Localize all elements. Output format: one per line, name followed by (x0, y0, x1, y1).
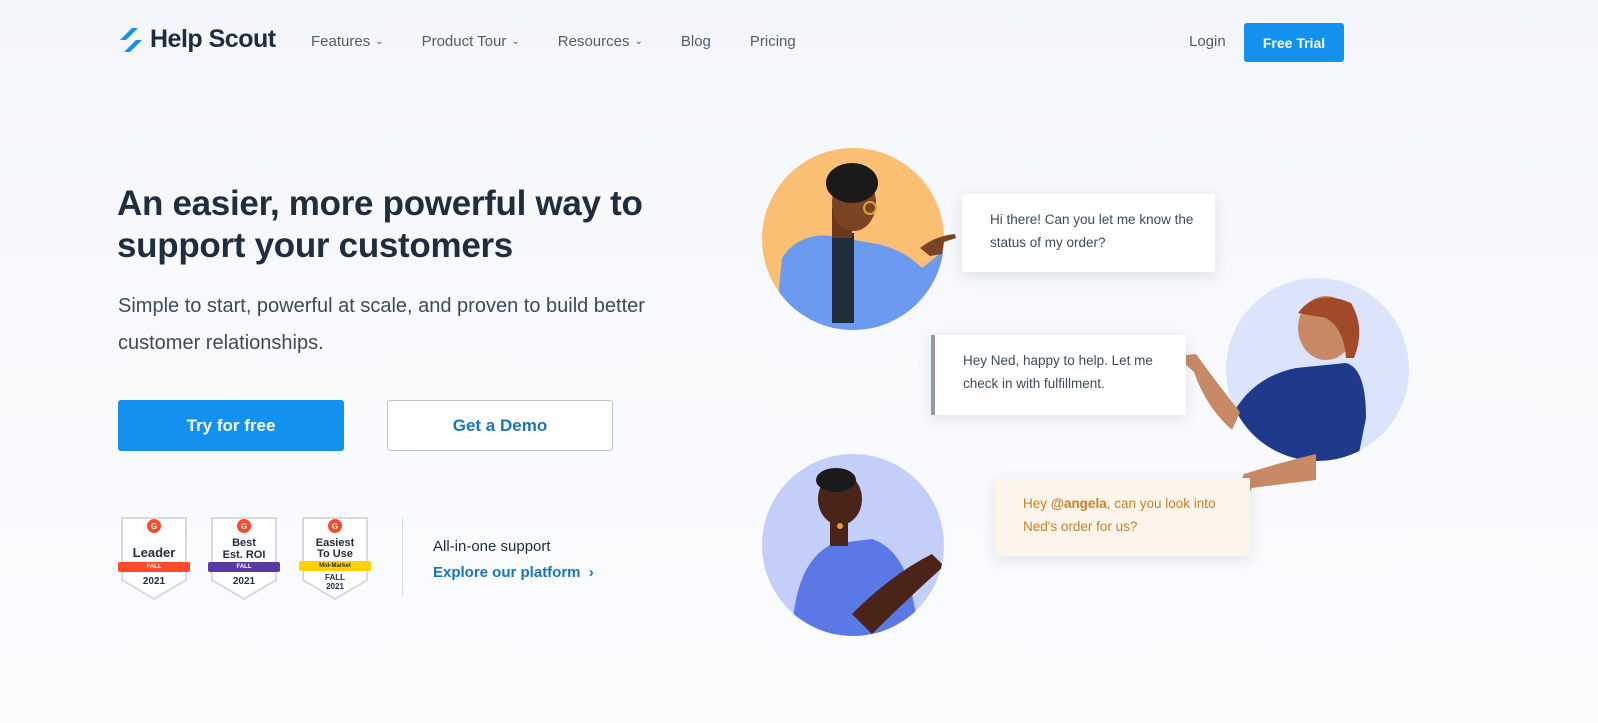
try-for-free-button[interactable]: Try for free (118, 400, 344, 451)
chevron-right-icon: › (588, 564, 594, 581)
nav-pricing-label: Pricing (749, 33, 796, 50)
agent-person-icon (1226, 296, 1366, 461)
badge-ribbon: FALL (118, 562, 190, 572)
badge-year: 2021 (142, 576, 166, 587)
chat-message-mention: Hey @angela, can you look into Ned's ord… (1023, 496, 1216, 534)
divider (402, 518, 403, 596)
customer-hand-icon (920, 226, 960, 256)
g2-easiest-to-use-badge: G Easiest To Use Mid-Market FALL 2021 (299, 516, 371, 600)
g2-best-roi-badge: G Best Est. ROI FALL 2021 (208, 516, 280, 600)
login-link[interactable]: Login (1189, 33, 1226, 50)
chevron-down-icon: ⌄ (634, 36, 643, 47)
g2-logo-icon: G (328, 519, 342, 533)
nav-pricing[interactable]: Pricing (750, 33, 796, 50)
chat-message-agent: Hey Ned, happy to help. Let me check in … (963, 353, 1153, 391)
chevron-down-icon: ⌄ (375, 36, 384, 47)
nav-features[interactable]: Features ⌄ (311, 33, 384, 50)
nav-resources-label: Resources (557, 33, 630, 50)
chevron-down-icon: ⌄ (511, 36, 520, 47)
hero-subheadline: Simple to start, powerful at scale, and … (118, 295, 645, 354)
badge-title-line1: Best (232, 537, 256, 549)
agent-avatar-illustration (1226, 278, 1409, 461)
badge-title: Leader (132, 545, 176, 560)
nav-blog[interactable]: Blog (681, 33, 711, 50)
customer-person-icon (774, 163, 944, 330)
mention-tag[interactable]: @angela (1051, 496, 1107, 511)
free-trial-button[interactable]: Free Trial (1244, 23, 1344, 62)
badge-year: 2021 (232, 576, 256, 587)
main-nav: Features ⌄ Product Tour ⌄ Resources ⌄ Bl… (311, 33, 834, 50)
nav-product-tour-label: Product Tour (421, 33, 507, 50)
brand-name: Help Scout (150, 25, 276, 53)
customer-avatar-illustration (762, 148, 944, 330)
explore-platform-link-label: Explore our platform (433, 564, 581, 581)
nav-blog-label: Blog (680, 33, 711, 50)
chat-bubble-mention: Hey @angela, can you look into Ned's ord… (995, 478, 1250, 556)
g2-logo-icon: G (147, 519, 161, 533)
chat-bubble-agent: Hey Ned, happy to help. Let me check in … (931, 335, 1186, 415)
mention-prefix: Hey (1023, 496, 1051, 511)
badge-season: FALL (325, 573, 345, 582)
platform-label: All-in-one support (433, 538, 551, 555)
logo[interactable]: Help Scout (118, 25, 276, 54)
nav-product-tour[interactable]: Product Tour ⌄ (422, 33, 520, 50)
chat-bubble-customer: Hi there! Can you let me know the status… (962, 194, 1215, 272)
badge-ribbon: Mid-Market (299, 561, 371, 571)
chat-message-customer: Hi there! Can you let me know the status… (990, 212, 1194, 250)
nav-features-label: Features (311, 33, 371, 50)
g2-logo-icon: G (237, 519, 251, 533)
badge-title-line2: To Use (317, 548, 353, 560)
badge-title-line2: Est. ROI (222, 549, 266, 561)
help-scout-logo-icon (120, 27, 142, 52)
explore-platform-link[interactable]: Explore our platform › (433, 564, 594, 581)
nav-resources[interactable]: Resources ⌄ (558, 33, 643, 50)
teammate-person-icon (792, 468, 944, 636)
get-a-demo-button[interactable]: Get a Demo (387, 400, 613, 451)
g2-leader-badge: G Leader FALL 2021 (118, 516, 190, 600)
teammate-avatar-illustration (762, 454, 944, 636)
badge-year: 2021 (326, 582, 344, 591)
hero-headline: An easier, more powerful way to support … (117, 184, 643, 265)
badge-ribbon: FALL (208, 562, 280, 572)
